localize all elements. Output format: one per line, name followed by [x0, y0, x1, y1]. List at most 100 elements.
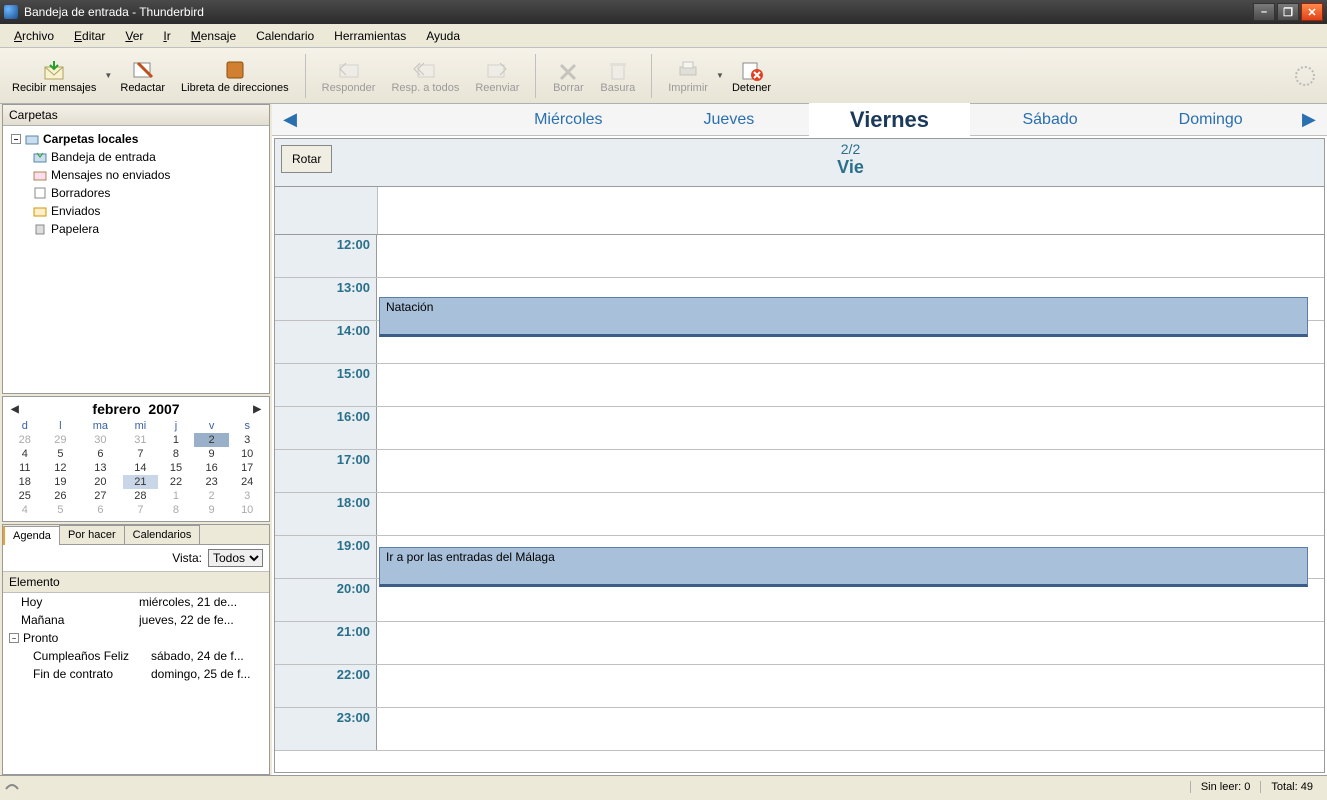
folder-unsent[interactable]: Mensajes no enviados [7, 166, 265, 184]
folder-root[interactable]: − Carpetas locales [7, 130, 265, 148]
forward-button[interactable]: Reenviar [467, 56, 527, 96]
minical-day[interactable]: 5 [43, 447, 79, 461]
minical-day[interactable]: 6 [78, 503, 122, 517]
minical-day[interactable]: 2 [194, 433, 230, 447]
calendar-event[interactable]: Natación [379, 297, 1308, 337]
minical-day[interactable]: 9 [194, 447, 230, 461]
hour-cell[interactable] [377, 235, 1324, 277]
hour-cell[interactable] [377, 708, 1324, 750]
junk-button[interactable]: Basura [592, 56, 643, 96]
agenda-row[interactable]: Hoymiércoles, 21 de... [3, 593, 269, 611]
folder-trash[interactable]: Papelera [7, 220, 265, 238]
menu-calendario[interactable]: Calendario [248, 27, 322, 45]
minimize-button[interactable]: – [1253, 3, 1275, 21]
collapse-icon[interactable]: − [9, 633, 19, 643]
agenda-group[interactable]: −Pronto [3, 629, 269, 647]
minical-day[interactable]: 16 [194, 461, 230, 475]
minical-day[interactable]: 7 [123, 503, 159, 517]
hour-cell[interactable] [377, 665, 1324, 707]
minical-day[interactable]: 17 [229, 461, 265, 475]
stop-button[interactable]: Detener [724, 56, 779, 96]
minical-day[interactable]: 8 [158, 503, 194, 517]
minical-day[interactable]: 20 [78, 475, 122, 489]
minical-day[interactable]: 8 [158, 447, 194, 461]
minical-day[interactable]: 12 [43, 461, 79, 475]
menu-ayuda[interactable]: Ayuda [418, 27, 468, 45]
minical-day[interactable]: 4 [7, 503, 43, 517]
menu-ver[interactable]: Ver [117, 27, 151, 45]
compose-button[interactable]: Redactar [112, 56, 173, 96]
next-day-button[interactable]: ▶ [1291, 109, 1327, 130]
minical-day[interactable]: 22 [158, 475, 194, 489]
folder-inbox[interactable]: Bandeja de entrada [7, 148, 265, 166]
minical-day[interactable]: 28 [123, 489, 159, 503]
print-dropdown[interactable]: ▼ [716, 71, 724, 80]
hour-row[interactable]: 17:00 [275, 450, 1324, 493]
hour-row[interactable]: 22:00 [275, 665, 1324, 708]
allday-cell[interactable] [377, 187, 1324, 234]
tab-calendarios[interactable]: Calendarios [124, 525, 201, 544]
minical-day[interactable]: 18 [7, 475, 43, 489]
minical-day[interactable]: 21 [123, 475, 159, 489]
minical-day[interactable]: 1 [158, 433, 194, 447]
hour-row[interactable]: 18:00 [275, 493, 1324, 536]
minical-day[interactable]: 24 [229, 475, 265, 489]
get-mail-button[interactable]: Recibir mensajes [4, 56, 104, 96]
hours-scroll[interactable]: 12:0013:0014:0015:0016:0017:0018:0019:00… [275, 235, 1324, 772]
reply-button[interactable]: Responder [314, 56, 384, 96]
hour-row[interactable]: 16:00 [275, 407, 1324, 450]
agenda-row[interactable]: Mañanajueves, 22 de fe... [3, 611, 269, 629]
minical-day[interactable]: 25 [7, 489, 43, 503]
agenda-row[interactable]: Cumpleaños Felizsábado, 24 de f... [3, 647, 269, 665]
minical-day[interactable]: 4 [7, 447, 43, 461]
minical-prev[interactable]: ◀ [7, 404, 23, 415]
minical-day[interactable]: 7 [123, 447, 159, 461]
minical-day[interactable]: 15 [158, 461, 194, 475]
maximize-button[interactable]: ❐ [1277, 3, 1299, 21]
agenda-row[interactable]: Fin de contratodomingo, 25 de f... [3, 665, 269, 683]
minical-day[interactable]: 5 [43, 503, 79, 517]
hour-row[interactable]: 23:00 [275, 708, 1324, 751]
hour-cell[interactable] [377, 407, 1324, 449]
minical-day[interactable]: 29 [43, 433, 79, 447]
prev-day-button[interactable]: ◀ [272, 109, 308, 130]
hour-row[interactable]: 12:00 [275, 235, 1324, 278]
folder-drafts[interactable]: Borradores [7, 184, 265, 202]
hour-cell[interactable] [377, 450, 1324, 492]
minical-day[interactable]: 14 [123, 461, 159, 475]
addressbook-button[interactable]: Libreta de direcciones [173, 56, 297, 96]
rotate-button[interactable]: Rotar [281, 145, 332, 173]
hour-cell[interactable] [377, 364, 1324, 406]
minical-day[interactable]: 26 [43, 489, 79, 503]
minical-day[interactable]: 23 [194, 475, 230, 489]
minical-day[interactable]: 10 [229, 447, 265, 461]
minical-day[interactable]: 19 [43, 475, 79, 489]
minical-day[interactable]: 30 [78, 433, 122, 447]
collapse-icon[interactable]: − [11, 134, 21, 144]
folder-sent[interactable]: Enviados [7, 202, 265, 220]
menu-herramientas[interactable]: Herramientas [326, 27, 414, 45]
minical-day[interactable]: 9 [194, 503, 230, 517]
minical-day[interactable]: 10 [229, 503, 265, 517]
hour-row[interactable]: 21:00 [275, 622, 1324, 665]
get-mail-dropdown[interactable]: ▼ [104, 71, 112, 80]
day-tab[interactable]: Sábado [970, 107, 1131, 133]
minical-day[interactable]: 1 [158, 489, 194, 503]
hour-row[interactable]: 15:00 [275, 364, 1324, 407]
menu-mensaje[interactable]: Mensaje [183, 27, 244, 45]
minical-day[interactable]: 3 [229, 433, 265, 447]
tab-porhacer[interactable]: Por hacer [59, 525, 125, 544]
day-tab[interactable]: Domingo [1130, 107, 1291, 133]
hour-cell[interactable] [377, 622, 1324, 664]
vista-select[interactable]: Todos [208, 549, 263, 567]
print-button[interactable]: Imprimir [660, 56, 716, 96]
minical-day[interactable]: 6 [78, 447, 122, 461]
close-button[interactable]: ✕ [1301, 3, 1323, 21]
day-tab[interactable]: Jueves [649, 107, 810, 133]
minical-day[interactable]: 2 [194, 489, 230, 503]
minical-day[interactable]: 31 [123, 433, 159, 447]
minical-next[interactable]: ▶ [249, 404, 265, 415]
calendar-event[interactable]: Ir a por las entradas del Málaga [379, 547, 1308, 587]
minical-day[interactable]: 3 [229, 489, 265, 503]
delete-button[interactable]: Borrar [544, 56, 592, 96]
